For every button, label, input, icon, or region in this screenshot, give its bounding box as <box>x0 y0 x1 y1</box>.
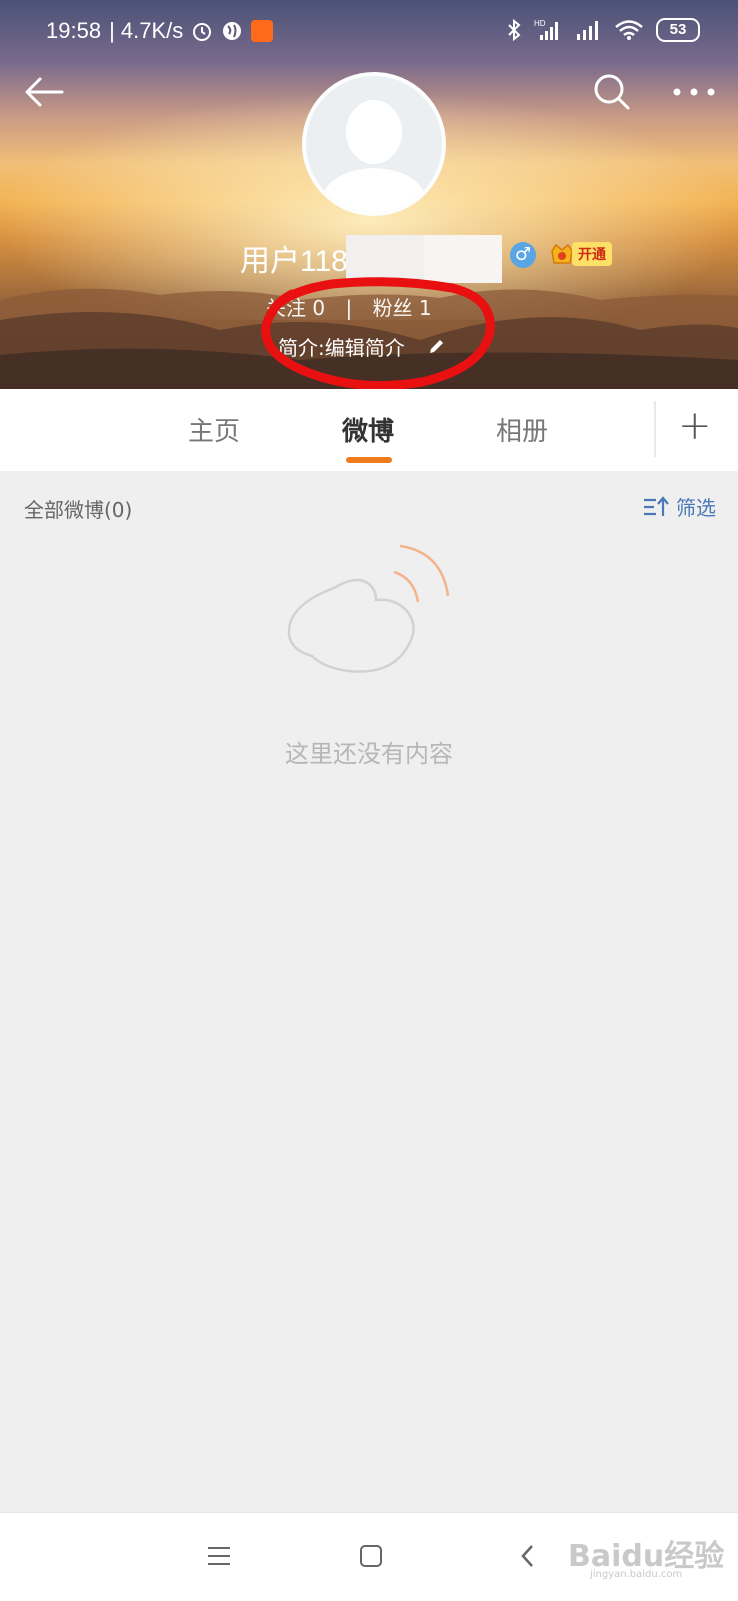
status-bar: 19:58 | 4.7K/s HD 53 <box>0 14 738 50</box>
filter-label: 筛选 <box>676 496 716 520</box>
tab-divider <box>654 401 656 457</box>
back-chevron-icon[interactable] <box>518 1543 538 1569</box>
menu-icon[interactable] <box>206 1543 232 1569</box>
male-gender-icon: ♂ <box>510 242 536 268</box>
vip-open-label: 开通 <box>572 242 612 266</box>
status-speed: | 4.7K/s <box>109 18 184 43</box>
profile-tabs: 主页 微博 相册 + <box>0 389 738 471</box>
network-globe-icon <box>223 22 242 40</box>
tab-weibo[interactable]: 微博 <box>342 411 394 448</box>
svg-text:HD: HD <box>534 19 546 28</box>
baidu-watermark-url: jingyan.baidu.com <box>590 1569 683 1580</box>
tab-home[interactable]: 主页 <box>188 411 240 448</box>
filter-button[interactable]: 筛选 <box>642 492 716 521</box>
weibo-list-header: 全部微博(0) 筛选 <box>0 476 738 536</box>
avatar[interactable] <box>302 72 446 216</box>
alarm-icon <box>193 23 212 41</box>
active-tab-indicator <box>346 457 392 463</box>
sort-filter-icon <box>644 495 669 516</box>
wifi-icon <box>615 20 643 40</box>
add-tab-button[interactable]: + <box>678 403 712 449</box>
more-options-icon[interactable] <box>672 82 716 102</box>
red-annotation-circle <box>261 277 495 389</box>
vip-open-button[interactable]: 开通 <box>550 240 612 268</box>
profile-header: 19:58 | 4.7K/s HD 53 用户118 ♂ 开通 关注 0 | 粉… <box>0 0 738 389</box>
back-arrow-icon[interactable] <box>22 72 66 112</box>
status-time: 19:58 <box>46 18 102 43</box>
system-navigation-bar: Baidu经验 jingyan.baidu.com <box>0 1512 738 1601</box>
battery-icon: 53 <box>656 18 700 42</box>
tab-album[interactable]: 相册 <box>496 411 548 448</box>
home-square-icon[interactable] <box>358 1543 384 1569</box>
default-user-icon <box>318 100 430 212</box>
notification-app-icon <box>251 20 274 42</box>
crown-icon <box>551 243 573 264</box>
signal-hd-icon: HD <box>534 19 558 40</box>
all-weibo-count: 全部微博(0) <box>24 498 133 522</box>
empty-state-text: 这里还没有内容 <box>285 740 453 768</box>
search-icon[interactable] <box>592 72 632 112</box>
empty-weibo-illustration <box>287 544 450 673</box>
signal-icon <box>577 21 598 40</box>
bluetooth-icon <box>508 18 521 42</box>
